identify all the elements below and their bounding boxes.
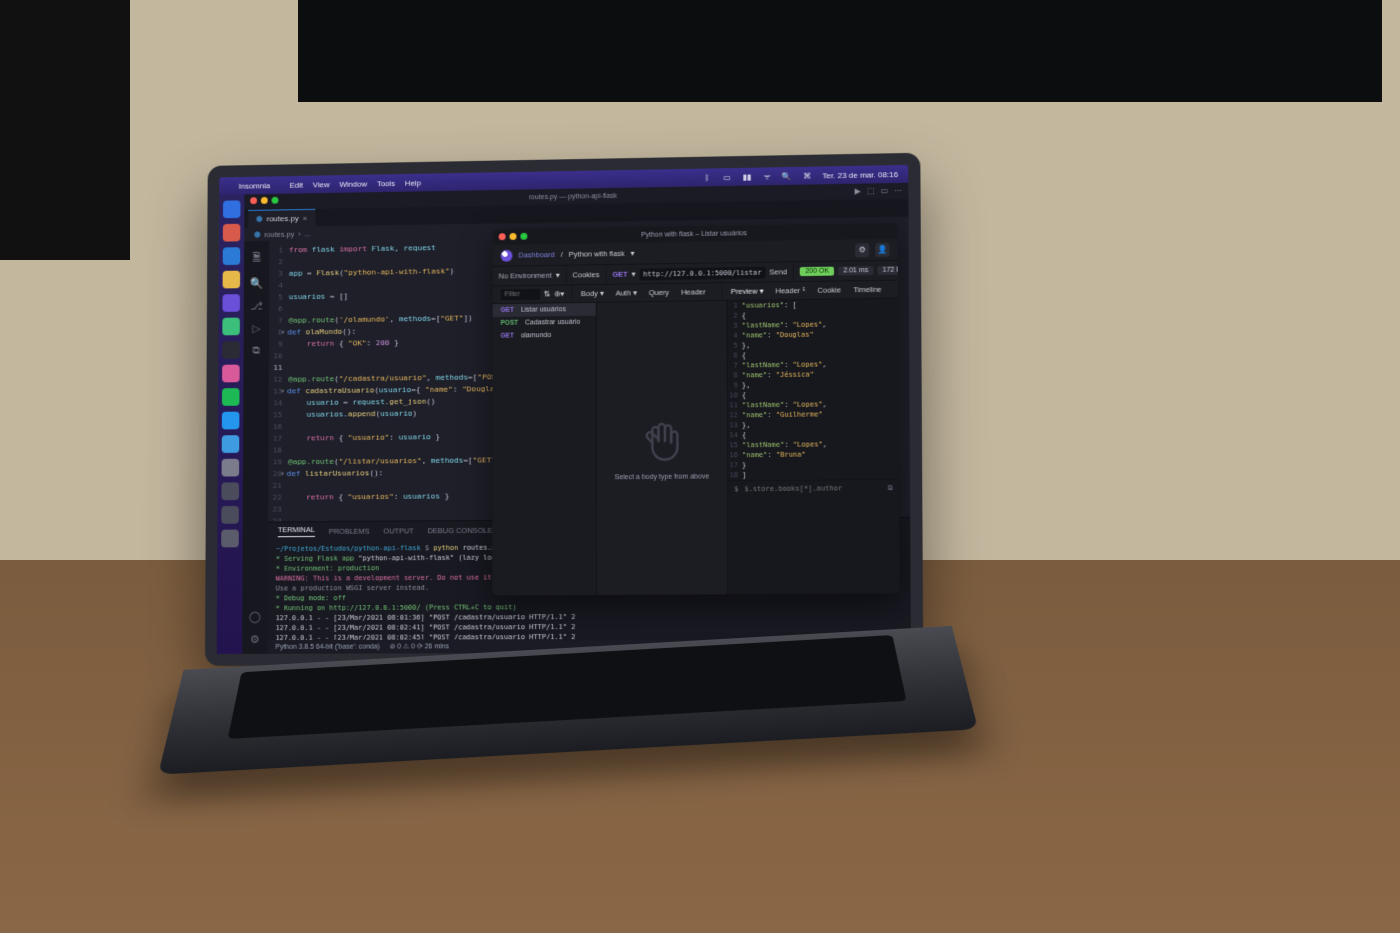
copy-response-icon[interactable]: ⧉ xyxy=(888,482,893,492)
airplay-icon[interactable]: ▭ xyxy=(722,173,732,182)
dock-app-app13[interactable] xyxy=(221,482,239,500)
method-selector[interactable]: GET xyxy=(612,270,627,279)
dock-app-slack[interactable] xyxy=(222,365,240,383)
sort-icon[interactable]: ⇅ xyxy=(544,290,550,299)
res-tab-preview[interactable]: Preview ▾ xyxy=(731,287,764,296)
breadcrumb-file[interactable]: routes.py xyxy=(264,229,294,238)
editor-action-3[interactable]: ⋯ xyxy=(894,186,902,195)
dock-app-app14[interactable] xyxy=(221,506,239,524)
settings-gear-icon[interactable]: ⚙ xyxy=(855,243,869,257)
filter-input[interactable] xyxy=(501,289,540,300)
dock-app-system[interactable] xyxy=(222,459,240,477)
insomnia-window: Python with flask – Listar usuários Dash… xyxy=(492,223,899,596)
res-tab-header[interactable]: Header ⁵ xyxy=(775,286,805,295)
request-row[interactable]: GETolamundo xyxy=(493,329,596,343)
window-traffic-lights[interactable] xyxy=(499,233,528,240)
crumb-sep: / xyxy=(561,250,563,259)
request-label: olamundo xyxy=(521,332,551,339)
request-filter[interactable]: ⇅ ⊕▾ xyxy=(493,285,573,303)
dock-app-terminal[interactable] xyxy=(222,341,240,359)
collection-name[interactable]: Python with flask xyxy=(569,249,625,259)
menubar-app-name[interactable]: Insomnia xyxy=(239,181,271,190)
req-tab-header[interactable]: Header xyxy=(681,287,706,296)
window-traffic-lights[interactable] xyxy=(250,197,278,204)
response-filter-bar[interactable]: $ ⧉ xyxy=(728,479,899,496)
response-pane[interactable]: 1"usuarios": [2 {3 "lastName": "Lopes",4… xyxy=(727,299,900,595)
dock-app-insomnia[interactable] xyxy=(222,294,240,312)
panel-tab-debug console[interactable]: DEBUG CONSOLE xyxy=(428,525,493,534)
menu-tools[interactable]: Tools xyxy=(377,179,395,188)
battery-icon[interactable]: ▮▮ xyxy=(742,172,752,181)
python-interpreter[interactable]: Python 3.8.5 64-bit ('base': conda) xyxy=(275,643,379,650)
dock-app-pycharm[interactable] xyxy=(222,318,240,336)
time-badge: 2.01 ms xyxy=(838,266,873,275)
menu-window[interactable]: Window xyxy=(339,179,367,188)
wifi-icon[interactable]: ᯤ xyxy=(762,171,772,182)
res-tab-timeline[interactable]: Timeline xyxy=(853,285,881,294)
control-center-icon[interactable]: ⌘ xyxy=(802,171,812,180)
dock-app-vscode[interactable] xyxy=(223,247,241,265)
menu-help[interactable]: Help xyxy=(405,178,421,187)
res-tab-cookie[interactable]: Cookie xyxy=(817,285,841,294)
dock-app-notes[interactable] xyxy=(223,271,241,289)
menu-view[interactable]: View xyxy=(313,180,330,189)
request-label: Cadastrar usuário xyxy=(525,319,580,327)
dock-app-chrome[interactable] xyxy=(223,224,241,242)
bluetooth-icon[interactable]: ᛒ xyxy=(702,173,712,182)
environment-selector[interactable]: No Environment▾ xyxy=(493,266,567,286)
spotlight-icon[interactable]: 🔍 xyxy=(782,171,792,180)
empty-body-hint: Select a body type from above xyxy=(615,473,710,481)
editor-action-2[interactable]: ▭ xyxy=(880,186,888,195)
macos-dock[interactable] xyxy=(217,194,245,654)
request-label: Listar usuários xyxy=(521,306,566,314)
vscode-tab-routes[interactable]: ⬢ routes.py × xyxy=(248,209,315,228)
dock-app-docker[interactable] xyxy=(222,412,240,430)
vscode-activity-bar[interactable]: 🗎 🔍 ⎇ ▷ ⧉ ◯ ⚙ xyxy=(242,241,269,654)
menu-edit[interactable]: Edit xyxy=(290,180,303,189)
add-request-icon[interactable]: ⊕▾ xyxy=(554,289,564,298)
python-file-icon: ⬢ xyxy=(256,215,263,224)
editor-action-1[interactable]: ⬚ xyxy=(867,186,875,195)
panel-tab-terminal[interactable]: TERMINAL xyxy=(278,525,315,537)
account-icon[interactable]: ◯ xyxy=(249,610,261,623)
dock-app-finder[interactable] xyxy=(223,200,241,218)
request-list[interactable]: GETListar usuáriosPOSTCadastrar usuárioG… xyxy=(492,303,597,596)
jsonpath-input[interactable] xyxy=(744,484,881,493)
send-button[interactable]: Send xyxy=(769,267,787,276)
source-control-icon[interactable]: ⎇ xyxy=(250,300,262,313)
dock-app-mail[interactable] xyxy=(222,435,240,453)
explorer-icon[interactable]: 🗎 xyxy=(252,249,261,268)
vscode-tab-label: routes.py xyxy=(267,214,299,223)
editor-action-0[interactable]: ▶ xyxy=(855,187,861,196)
dock-app-trash[interactable] xyxy=(221,530,239,548)
vscode-title-text: routes.py — python-api-flask xyxy=(529,192,617,200)
insomnia-logo-icon[interactable] xyxy=(501,249,513,261)
account-icon[interactable]: 👤 xyxy=(875,242,889,256)
breadcrumb-symbol[interactable]: ... xyxy=(304,229,310,238)
url-input[interactable]: http://127.0.0.1:5000/listar xyxy=(639,266,765,280)
close-tab-icon[interactable]: × xyxy=(303,214,308,223)
extensions-icon[interactable]: ⧉ xyxy=(252,345,260,358)
search-icon[interactable]: 🔍 xyxy=(250,277,263,290)
insomnia-title-text: Python with flask – Listar usuários xyxy=(641,230,747,239)
size-badge: 172 B xyxy=(877,266,899,275)
chevron-down-icon[interactable]: ▾ xyxy=(631,249,635,258)
cookies-button[interactable]: Cookies xyxy=(566,265,606,284)
panel-tab-problems[interactable]: PROBLEMS xyxy=(329,526,370,535)
req-tab-auth[interactable]: Auth ▾ xyxy=(616,288,637,297)
request-body-pane[interactable]: Select a body type from above xyxy=(597,301,728,595)
panel-tab-output[interactable]: OUTPUT xyxy=(383,526,413,535)
menubar-clock[interactable]: Ter. 23 de mar. 08:16 xyxy=(822,170,898,180)
req-tab-query[interactable]: Query xyxy=(649,288,669,297)
status-badge: 200 OK xyxy=(800,267,834,276)
dock-app-spotify[interactable] xyxy=(222,388,240,406)
debug-icon[interactable]: ▷ xyxy=(252,322,260,335)
req-tab-body[interactable]: Body ▾ xyxy=(581,289,604,298)
gear-icon[interactable]: ⚙ xyxy=(250,633,260,646)
status-problems[interactable]: ⊘ 0 ⚠ 0 ⟳ 26 mins xyxy=(390,642,449,650)
hand-icon xyxy=(637,415,687,465)
dashboard-link[interactable]: Dashboard xyxy=(518,250,554,259)
